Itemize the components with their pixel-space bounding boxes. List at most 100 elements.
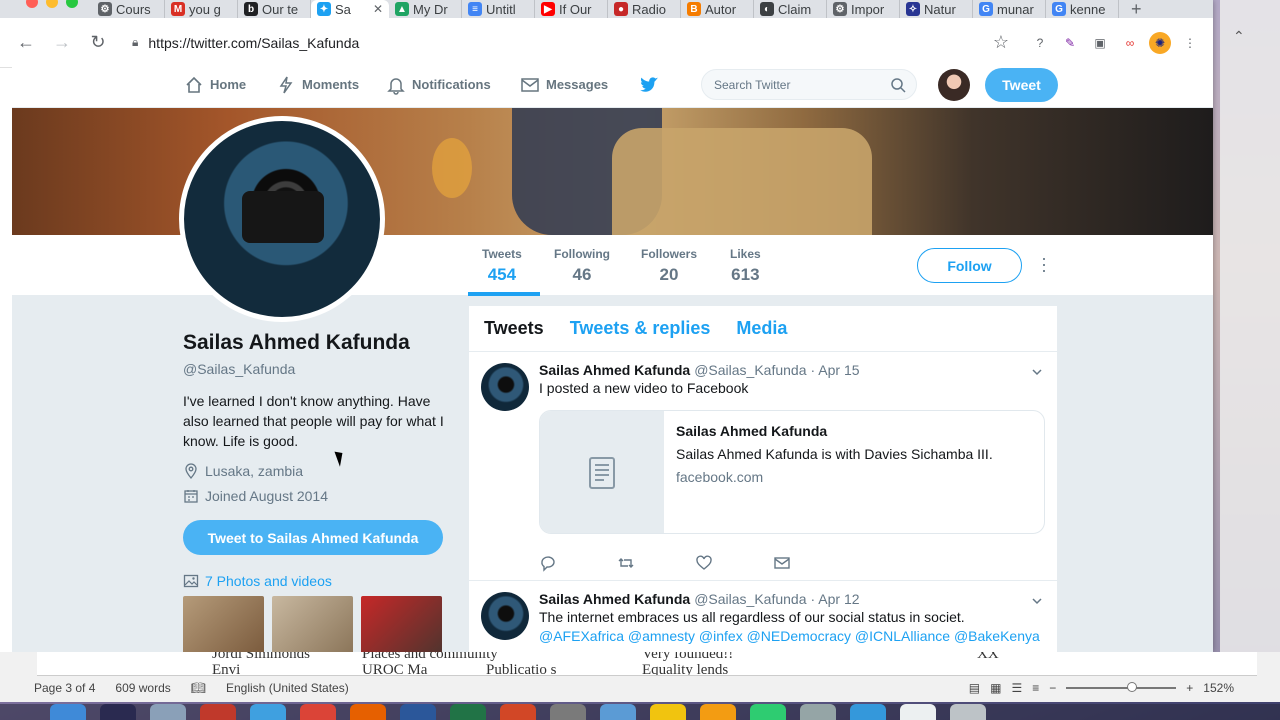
folder-dock-icon[interactable]: [850, 704, 886, 720]
browser-tab[interactable]: Gkenne: [1046, 0, 1119, 18]
user-avatar[interactable]: [938, 69, 970, 101]
browser-tab[interactable]: ⚙ Impor: [827, 0, 900, 18]
browser-tab[interactable]: ▶ If Our: [535, 0, 608, 18]
retweet-icon[interactable]: [617, 554, 635, 572]
chevron-down-icon[interactable]: [1031, 366, 1043, 378]
tab-tweets[interactable]: Tweets: [484, 306, 544, 351]
photo-thumbnail[interactable]: [183, 596, 264, 652]
nav-moments[interactable]: Moments: [276, 61, 359, 108]
browser-tab[interactable]: B Autor: [681, 0, 754, 18]
infinity-extension-icon[interactable]: ∞: [1119, 32, 1141, 54]
tweet[interactable]: Sailas Ahmed Kafunda @Sailas_Kafunda · A…: [469, 352, 1057, 581]
browser-tab[interactable]: ⚙ Cours: [92, 0, 165, 18]
nav-home[interactable]: Home: [184, 61, 246, 108]
settings-dock-icon[interactable]: [550, 704, 586, 720]
stat-tweets[interactable]: Tweets 454: [482, 247, 522, 285]
collapse-caret-icon[interactable]: ⌃: [1233, 28, 1245, 45]
browser-tab[interactable]: ≡ Untitl: [462, 0, 535, 18]
browser-tab[interactable]: ● Radio: [608, 0, 681, 18]
link-card[interactable]: Sailas Ahmed Kafunda Sailas Ahmed Kafund…: [539, 410, 1045, 534]
stat-likes[interactable]: Likes 613: [730, 247, 761, 285]
tweet-to-button[interactable]: Tweet to Sailas Ahmed Kafunda: [183, 520, 443, 555]
forward-arrow-icon[interactable]: →: [48, 29, 76, 57]
heart-icon[interactable]: [695, 554, 713, 572]
profile-handle[interactable]: @Sailas_Kafunda: [183, 361, 453, 377]
profile-name[interactable]: Sailas Ahmed Kafunda: [183, 331, 453, 355]
twitter-bird-icon[interactable]: [638, 61, 660, 108]
zoom-slider-knob[interactable]: [1126, 682, 1137, 692]
photos-dock-icon[interactable]: [650, 704, 686, 720]
follow-button[interactable]: Follow: [917, 248, 1022, 283]
reply-icon[interactable]: [539, 554, 557, 572]
search-icon[interactable]: [890, 77, 906, 93]
app-dock-icon[interactable]: [800, 704, 836, 720]
bookmark-star-icon[interactable]: ☆: [993, 32, 1009, 53]
nav-notifications[interactable]: Notifications: [386, 61, 491, 108]
stat-following[interactable]: Following 46: [554, 247, 610, 285]
proofing-icon[interactable]: 📖︎: [191, 681, 206, 695]
profile-avatar-icon[interactable]: ✺: [1149, 31, 1171, 54]
pen-extension-icon[interactable]: ✎: [1059, 32, 1081, 54]
maximize-window-button[interactable]: [66, 0, 78, 8]
stat-followers[interactable]: Followers 20: [641, 247, 697, 285]
page-count[interactable]: Page 3 of 4: [34, 681, 95, 695]
word-count[interactable]: 609 words: [115, 681, 170, 695]
trash-dock-icon[interactable]: [950, 704, 986, 720]
outline-icon[interactable]: ☰: [1011, 681, 1022, 695]
launchpad-dock-icon[interactable]: [150, 704, 186, 720]
document-dock-icon[interactable]: [900, 704, 936, 720]
close-window-button[interactable]: [26, 0, 38, 8]
preview-dock-icon[interactable]: [600, 704, 636, 720]
browser-tab[interactable]: b Our te: [238, 0, 311, 18]
browser-tab[interactable]: Gmunar: [973, 0, 1046, 18]
chrome-dock-icon[interactable]: [300, 704, 336, 720]
powerpoint-dock-icon[interactable]: [500, 704, 536, 720]
photo-thumbnail[interactable]: [361, 596, 442, 652]
photo-thumbnail[interactable]: [272, 596, 353, 652]
safari-dock-icon[interactable]: [250, 704, 286, 720]
word-dock-icon[interactable]: [400, 704, 436, 720]
zoom-slider[interactable]: [1066, 682, 1177, 692]
reload-icon[interactable]: ↻: [84, 29, 112, 57]
search-input[interactable]: Search Twitter: [701, 69, 917, 100]
browser-tab[interactable]: ▲ My Dr: [389, 0, 462, 18]
browser-tab[interactable]: Myou g: [165, 0, 238, 18]
direct-message-icon[interactable]: [773, 554, 791, 572]
nav-messages[interactable]: Messages: [520, 61, 608, 108]
more-options-icon[interactable]: · · ·: [1037, 249, 1051, 279]
web-layout-icon[interactable]: ▦: [990, 681, 1001, 695]
zoom-in-icon[interactable]: +: [1186, 681, 1193, 695]
tweet[interactable]: Sailas Ahmed Kafunda @Sailas_Kafunda · A…: [469, 581, 1057, 646]
finder-dock-icon[interactable]: [50, 704, 86, 720]
close-tab-icon[interactable]: ✕: [373, 2, 383, 16]
app-dock-icon[interactable]: [200, 704, 236, 720]
tweet-avatar[interactable]: [481, 592, 529, 640]
back-arrow-icon[interactable]: ←: [12, 29, 40, 57]
browser-tab[interactable]: ✧ Natur: [900, 0, 973, 18]
language-label[interactable]: English (United States): [226, 681, 349, 695]
browser-tab-active[interactable]: ✦ Sa ✕: [311, 0, 389, 18]
tweet-avatar[interactable]: [481, 363, 529, 411]
excel-dock-icon[interactable]: [450, 704, 486, 720]
app-dock-icon[interactable]: [750, 704, 786, 720]
tab-tweets-replies[interactable]: Tweets & replies: [570, 306, 711, 351]
address-bar[interactable]: 🔒︎ https://twitter.com/Sailas_Kafunda ☆: [120, 25, 1021, 60]
menu-dots-icon[interactable]: ⋮: [1179, 32, 1201, 54]
minimize-window-button[interactable]: [46, 0, 58, 8]
tab-media[interactable]: Media: [736, 306, 787, 351]
profile-avatar[interactable]: [179, 116, 385, 322]
zoom-out-icon[interactable]: −: [1049, 681, 1056, 695]
print-layout-icon[interactable]: ▤: [969, 681, 980, 695]
app-dock-icon[interactable]: [700, 704, 736, 720]
firefox-dock-icon[interactable]: [350, 704, 386, 720]
siri-dock-icon[interactable]: [100, 704, 136, 720]
tweet-button[interactable]: Tweet: [985, 68, 1058, 102]
browser-tab[interactable]: ◐ Claim: [754, 0, 827, 18]
chevron-down-icon[interactable]: [1031, 595, 1043, 607]
zoom-percent[interactable]: 152%: [1203, 681, 1234, 695]
help-icon[interactable]: ?: [1029, 32, 1051, 54]
screenshot-extension-icon[interactable]: ▣: [1089, 32, 1111, 54]
focus-icon[interactable]: ≡: [1032, 681, 1039, 695]
tweet-mentions[interactable]: @AFEXafrica @amnesty @infex @NEDemocracy…: [539, 627, 1045, 646]
new-tab-icon[interactable]: +: [1131, 0, 1142, 18]
